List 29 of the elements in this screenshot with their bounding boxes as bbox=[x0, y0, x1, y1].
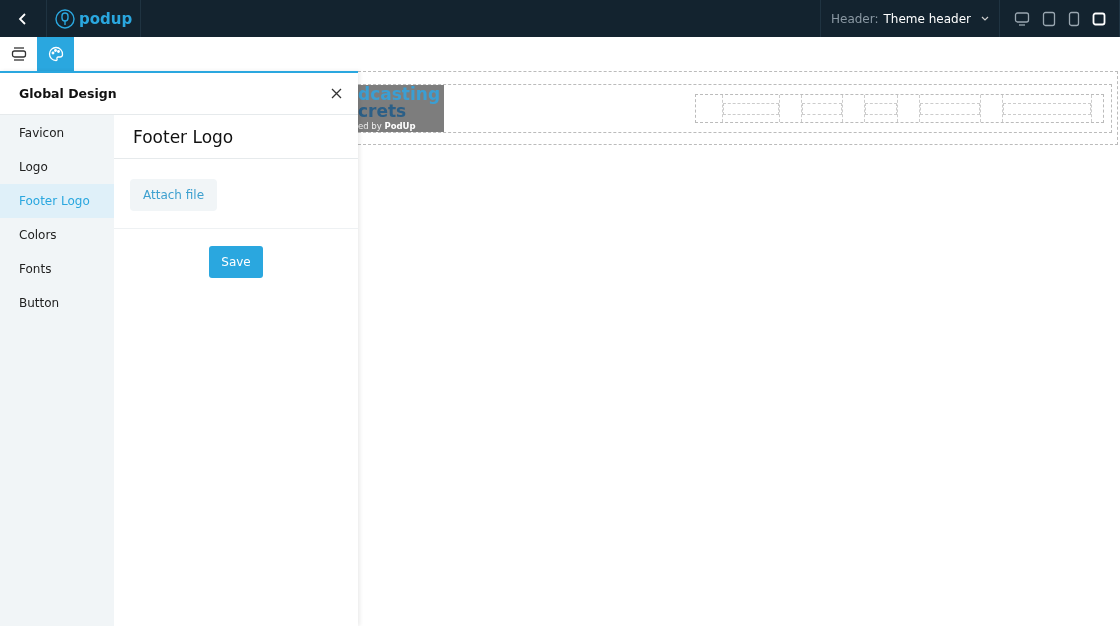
tablet-icon bbox=[1042, 10, 1056, 27]
header-select[interactable]: Theme header bbox=[883, 11, 971, 26]
nav-slot bbox=[919, 95, 982, 122]
toolbar-button[interactable] bbox=[37, 37, 74, 71]
panel-title: Global Design bbox=[19, 86, 117, 101]
desktop-icon bbox=[1014, 10, 1030, 27]
header-label: Header: bbox=[831, 11, 879, 26]
close-icon bbox=[331, 88, 342, 99]
nav-slot bbox=[863, 95, 898, 122]
close-button[interactable] bbox=[331, 88, 342, 99]
menu-item[interactable]: Colors bbox=[0, 218, 114, 252]
menu-item[interactable]: Button bbox=[0, 286, 114, 320]
menu-item[interactable]: Logo bbox=[0, 150, 114, 184]
logo-text: crets bbox=[358, 103, 407, 121]
square-icon bbox=[1092, 11, 1106, 26]
chevron-down-icon bbox=[981, 15, 989, 22]
brand-logo: podup bbox=[79, 9, 133, 28]
chevron-left-icon bbox=[18, 11, 28, 26]
logo-text: dcasting bbox=[358, 86, 442, 104]
logo-tagline: ed by PodUp bbox=[358, 122, 417, 131]
microphone-icon bbox=[55, 8, 75, 29]
menu-item[interactable]: Favicon bbox=[0, 116, 114, 150]
phone-icon bbox=[1068, 10, 1080, 27]
nav-slot bbox=[800, 95, 843, 122]
layers-icon bbox=[10, 46, 27, 62]
nav-slot bbox=[721, 95, 780, 122]
section-title: Footer Logo bbox=[114, 115, 358, 159]
menu-item[interactable]: Fonts bbox=[0, 252, 114, 286]
palette-icon bbox=[47, 46, 64, 62]
